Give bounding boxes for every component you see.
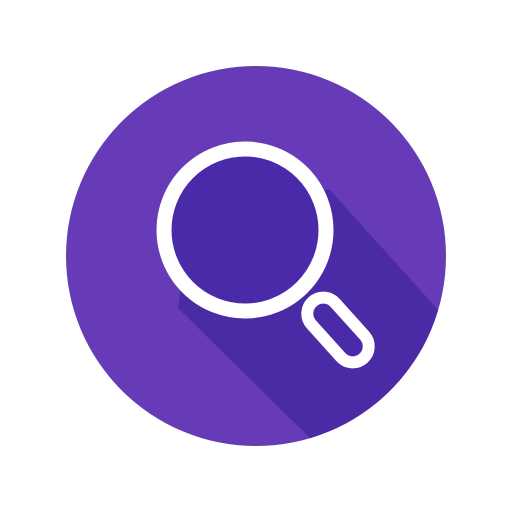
search-app-icon bbox=[66, 66, 446, 446]
magnifier-lens bbox=[156, 141, 334, 319]
app-icon bbox=[0, 0, 512, 512]
